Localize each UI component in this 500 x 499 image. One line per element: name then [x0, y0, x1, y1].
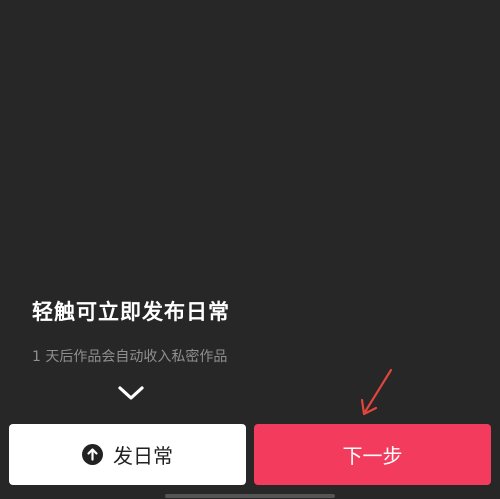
post-daily-label: 发日常	[113, 444, 173, 468]
next-step-label: 下一步	[342, 444, 403, 468]
chevron-down-icon[interactable]	[117, 383, 145, 403]
next-step-button[interactable]: 下一步	[254, 424, 491, 485]
story-publish-screen: 轻触可立即发布日常 1 天后作品会自动收入私密作品 发日常 下一步	[0, 0, 500, 499]
upload-circle-icon	[82, 444, 103, 465]
home-indicator	[165, 494, 335, 498]
publish-headline: 轻触可立即发布日常	[32, 300, 230, 324]
post-daily-button[interactable]: 发日常	[9, 424, 246, 485]
privacy-hint-text: 1 天后作品会自动收入私密作品	[32, 349, 228, 365]
annotation-arrow-icon	[360, 368, 393, 416]
